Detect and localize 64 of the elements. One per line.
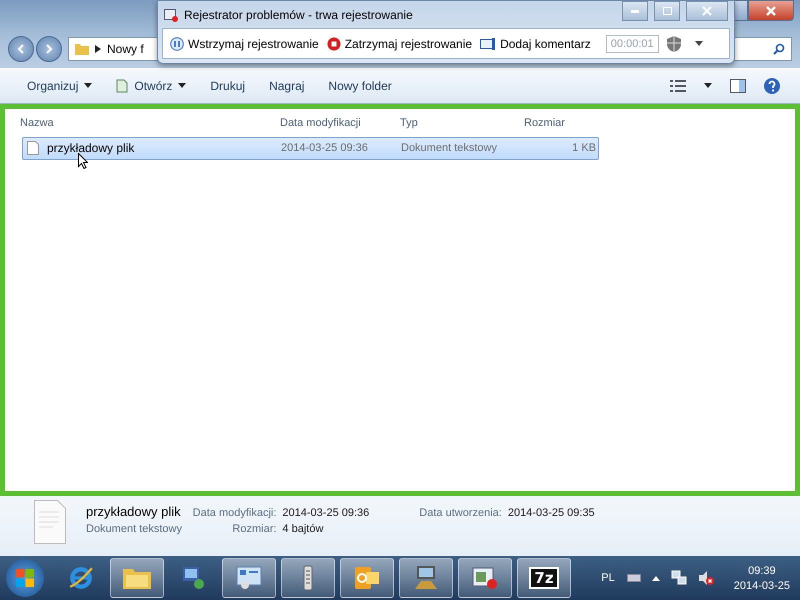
caret-icon <box>178 83 186 88</box>
stop-icon <box>326 36 341 50</box>
pause-icon <box>170 36 184 50</box>
file-type: Dokument tekstowy <box>86 522 183 535</box>
folder-icon <box>75 43 89 56</box>
clock[interactable]: 09:39 2014-03-25 <box>734 564 790 592</box>
clock-time: 09:39 <box>748 564 776 577</box>
property-label: Data modyfikacji: <box>192 506 276 519</box>
file-name: przykładowy plik <box>47 141 134 156</box>
close-button[interactable] <box>748 0 794 21</box>
property-value: 4 bajtów <box>282 522 324 535</box>
control-panel-icon[interactable] <box>222 558 276 598</box>
table-cell-text: Dokument tekstowy <box>401 142 498 154</box>
chevron-icon <box>95 45 101 54</box>
start-button[interactable] <box>6 559 44 598</box>
close-button[interactable] <box>686 1 728 21</box>
mail-app-icon[interactable] <box>340 558 394 598</box>
window-title: Rejestrator problemów - trwa rejestrowanie <box>184 8 413 22</box>
minimize-button[interactable] <box>622 1 648 21</box>
toolbar-button[interactable]: Organizuj <box>18 76 102 96</box>
file-name: przykładowy plik <box>86 504 181 519</box>
clock-date: 2014-03-25 <box>734 580 790 592</box>
timer-display: 00:00:01 <box>606 34 659 52</box>
remote-control-icon[interactable] <box>281 558 335 598</box>
column-header[interactable]: Rozmiar <box>520 116 599 129</box>
windows-logo-icon <box>15 568 35 588</box>
toolbar-button[interactable]: Nagraj <box>260 76 314 96</box>
archiver-icon[interactable]: 7z <box>517 558 571 598</box>
document-icon <box>116 78 128 93</box>
recorder-button[interactable]: Zatrzymaj rejestrowanie <box>324 34 476 52</box>
file-row[interactable]: przykładowy plik 2014-03-25 09:36 Dokument tekstowy 1 KB <box>22 136 599 160</box>
mouse-cursor-icon <box>78 152 88 169</box>
text-file-icon <box>34 500 66 544</box>
toolbar-button[interactable]: Otwórz <box>107 76 196 96</box>
recorder-icon <box>164 8 178 22</box>
column-header[interactable]: Typ <box>400 116 520 129</box>
property-label: Data utworzenia: <box>419 506 502 519</box>
property-value: 2014-03-25 09:36 <box>282 506 370 519</box>
back-button[interactable] <box>8 36 34 62</box>
recorder-button[interactable]: Dodaj komentarz <box>477 34 594 52</box>
property-value: 2014-03-25 09:35 <box>508 506 595 519</box>
toolbar-button[interactable]: Drukuj <box>201 76 254 96</box>
column-header[interactable]: Data modyfikacji <box>280 116 400 129</box>
comment-icon <box>480 38 496 50</box>
table-cell-text: 2014-03-25 09:36 <box>281 142 369 154</box>
column-header[interactable]: Nazwa <box>20 116 280 129</box>
toolbar-button[interactable]: Nowy folder <box>319 76 401 96</box>
caret-icon <box>84 83 92 88</box>
breadcrumb[interactable]: Nowy f <box>107 42 144 56</box>
recorder-button[interactable]: Wstrzymaj rejestrowanie <box>167 34 322 52</box>
recorder-icon[interactable] <box>458 558 512 598</box>
text-file-icon <box>27 141 39 156</box>
table-cell-text: 1 KB <box>571 142 596 154</box>
folder-icon[interactable] <box>110 558 164 598</box>
close-icon <box>702 6 712 16</box>
property-label: Rozmiar: <box>231 522 276 535</box>
computer-icon[interactable] <box>399 558 453 598</box>
minimize-icon <box>631 10 639 12</box>
maximize-icon <box>662 7 672 15</box>
search-icon <box>773 43 785 56</box>
maximize-button[interactable] <box>654 1 680 21</box>
close-icon <box>766 6 776 16</box>
forward-button[interactable] <box>36 36 62 62</box>
language-indicator[interactable]: PL <box>601 572 615 584</box>
